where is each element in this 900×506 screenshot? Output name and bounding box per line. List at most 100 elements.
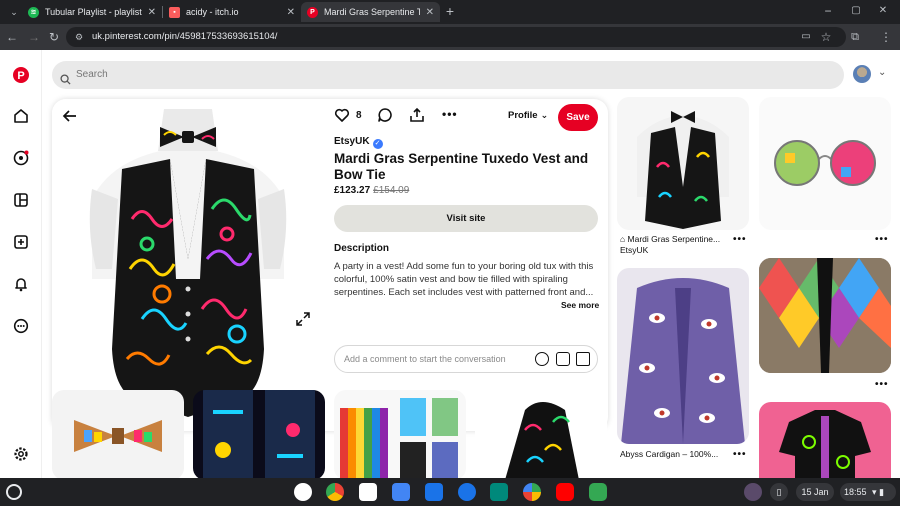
pin-details: 8 ••• Profile ⌄ Save EtsyUK ✓ Mardi Gras … (334, 99, 604, 431)
expand-icon[interactable] (295, 311, 311, 327)
clock-text: 18:55 (844, 487, 867, 497)
messages-icon[interactable] (11, 316, 31, 336)
tag-icon: ⌂ (620, 234, 626, 244)
tab-itch[interactable]: ▪ acidy - itch.io ✕ (163, 2, 301, 22)
tab-search-icon[interactable]: ⌄ (6, 4, 22, 20)
comment-input[interactable]: Add a comment to start the conversation (334, 345, 598, 373)
profile-label: Profile (508, 110, 538, 121)
like-button[interactable]: 8 (334, 107, 362, 123)
pin-tile-pacman-vests[interactable] (193, 390, 325, 478)
minimize-icon[interactable]: − (820, 3, 836, 19)
sticker-icon[interactable] (556, 352, 570, 366)
notifications-icon[interactable] (11, 274, 31, 294)
search-input[interactable]: Search (52, 61, 844, 89)
launcher-icon[interactable] (6, 484, 22, 500)
image-icon[interactable] (576, 352, 590, 366)
current-price: £123.27 (334, 185, 371, 196)
pin-tile-vest-related[interactable] (617, 97, 749, 230)
tab-strip: ⌄ ≋ Tubular Playlist - playlist by aci ✕… (0, 0, 900, 24)
tab-pinterest[interactable]: P Mardi Gras Serpentine Tuxedo ✕ (301, 2, 440, 22)
tab-title: Tubular Playlist - playlist by aci (45, 7, 142, 17)
pin-closeup-card: 8 ••• Profile ⌄ Save EtsyUK ✓ Mardi Gras … (52, 99, 608, 431)
tile-caption[interactable]: Abyss Cardigan – 100%... (620, 449, 718, 459)
close-icon[interactable]: ✕ (287, 7, 295, 18)
maximize-icon[interactable]: ▢ (848, 3, 864, 19)
pin-tile-harlequin-vest[interactable] (759, 258, 891, 373)
messages-app-icon[interactable] (458, 483, 476, 501)
forward-icon[interactable]: → (26, 29, 42, 45)
browser-toolbar: ← → ↻ ⚙ uk.pinterest.com/pin/45981753369… (0, 24, 900, 50)
pinterest-logo-icon[interactable]: P (11, 65, 31, 85)
menu-icon[interactable]: ⋮ (878, 29, 894, 45)
address-bar[interactable]: ⚙ uk.pinterest.com/pin/45981753369361510… (66, 27, 846, 47)
date-tray[interactable]: 15 Jan (796, 483, 834, 501)
close-icon[interactable]: ✕ (426, 7, 434, 18)
calendar-icon[interactable] (392, 483, 410, 501)
shop-name[interactable]: EtsyUK ✓ (334, 136, 383, 149)
pin-tile-colorful-shirt[interactable] (759, 402, 891, 478)
more-options-icon[interactable]: ••• (733, 234, 747, 245)
back-arrow-icon[interactable] (62, 108, 78, 124)
tab-spotify[interactable]: ≋ Tubular Playlist - playlist by aci ✕ (22, 2, 162, 22)
tile-caption[interactable]: ⌂ Mardi Gras Serpentine... (620, 234, 720, 244)
meet-icon[interactable] (490, 483, 508, 501)
more-options-icon[interactable]: ••• (733, 449, 747, 460)
caption-text: Mardi Gras Serpentine... (627, 234, 721, 244)
pin-tile-rainbow-vests[interactable] (334, 390, 466, 478)
os-shelf: ▯ 15 Jan 18:55 ▾ ▮ (0, 478, 900, 506)
boards-icon[interactable] (11, 190, 31, 210)
status-tray[interactable]: 18:55 ▾ ▮ (840, 483, 896, 501)
price: £123.27 £154.09 (334, 185, 409, 196)
description-text: A party in a vest! Add some fun to your … (334, 261, 594, 299)
visit-site-button[interactable]: Visit site (334, 205, 598, 232)
close-window-icon[interactable]: ✕ (875, 3, 891, 19)
pin-title: Mardi Gras Serpentine Tuxedo Vest and Bo… (334, 151, 589, 182)
profile-dropdown[interactable]: Profile ⌄ (508, 110, 548, 121)
site-info-icon[interactable]: ⚙ (75, 27, 83, 47)
extensions-icon[interactable]: ⧉ (847, 29, 863, 45)
pin-tile-serpentine-vest[interactable] (475, 390, 607, 478)
left-nav-rail: P (0, 50, 42, 478)
more-options-icon[interactable]: ••• (875, 379, 889, 390)
comment-button[interactable] (377, 107, 393, 123)
comment-bubble-icon (378, 108, 392, 122)
settings-gear-icon[interactable] (11, 444, 31, 464)
emoji-icon[interactable] (535, 352, 549, 366)
create-icon[interactable] (11, 232, 31, 252)
user-pod-icon[interactable] (744, 483, 762, 501)
share-button[interactable] (409, 107, 425, 123)
phone-hub-icon[interactable]: ▯ (770, 483, 788, 501)
svg-text:P: P (17, 70, 24, 82)
see-more-link[interactable]: See more (561, 300, 599, 310)
bookmark-star-icon[interactable]: ☆ (818, 29, 834, 45)
pin-tile-abyss-cardigan[interactable] (617, 268, 749, 444)
youtube-icon[interactable] (556, 483, 574, 501)
close-icon[interactable]: ✕ (148, 7, 156, 18)
cast-icon[interactable]: ▭ (798, 29, 814, 45)
search-icon (60, 69, 71, 97)
pin-tile-sunglasses[interactable] (759, 97, 891, 230)
save-button[interactable]: Save (558, 104, 598, 131)
more-options-icon[interactable]: ••• (875, 234, 889, 245)
canvas-app-icon[interactable] (294, 483, 312, 501)
pin-tile-bowtie[interactable] (52, 390, 184, 478)
account-chevron-down-icon[interactable]: ⌄ (878, 67, 886, 78)
chrome-icon[interactable] (326, 483, 344, 501)
play-store-icon[interactable] (523, 483, 541, 501)
pin-image[interactable] (52, 99, 324, 431)
avatar[interactable] (853, 65, 871, 83)
more-options-icon[interactable]: ••• (442, 107, 458, 121)
verified-badge-icon: ✓ (372, 139, 383, 149)
home-icon[interactable] (11, 106, 31, 126)
tile-source: EtsyUK (620, 245, 649, 255)
explore-icon[interactable] (11, 148, 31, 168)
files-icon[interactable] (425, 483, 443, 501)
new-tab-button[interactable]: + (442, 3, 458, 19)
gmail-icon[interactable] (359, 483, 377, 501)
battery-icon: ▮ (879, 487, 885, 497)
back-icon[interactable]: ← (4, 29, 20, 45)
wifi-icon: ▾ (872, 487, 877, 497)
reload-icon[interactable]: ↻ (46, 29, 62, 45)
app-grid-icon[interactable] (589, 483, 607, 501)
like-count: 8 (356, 109, 362, 121)
